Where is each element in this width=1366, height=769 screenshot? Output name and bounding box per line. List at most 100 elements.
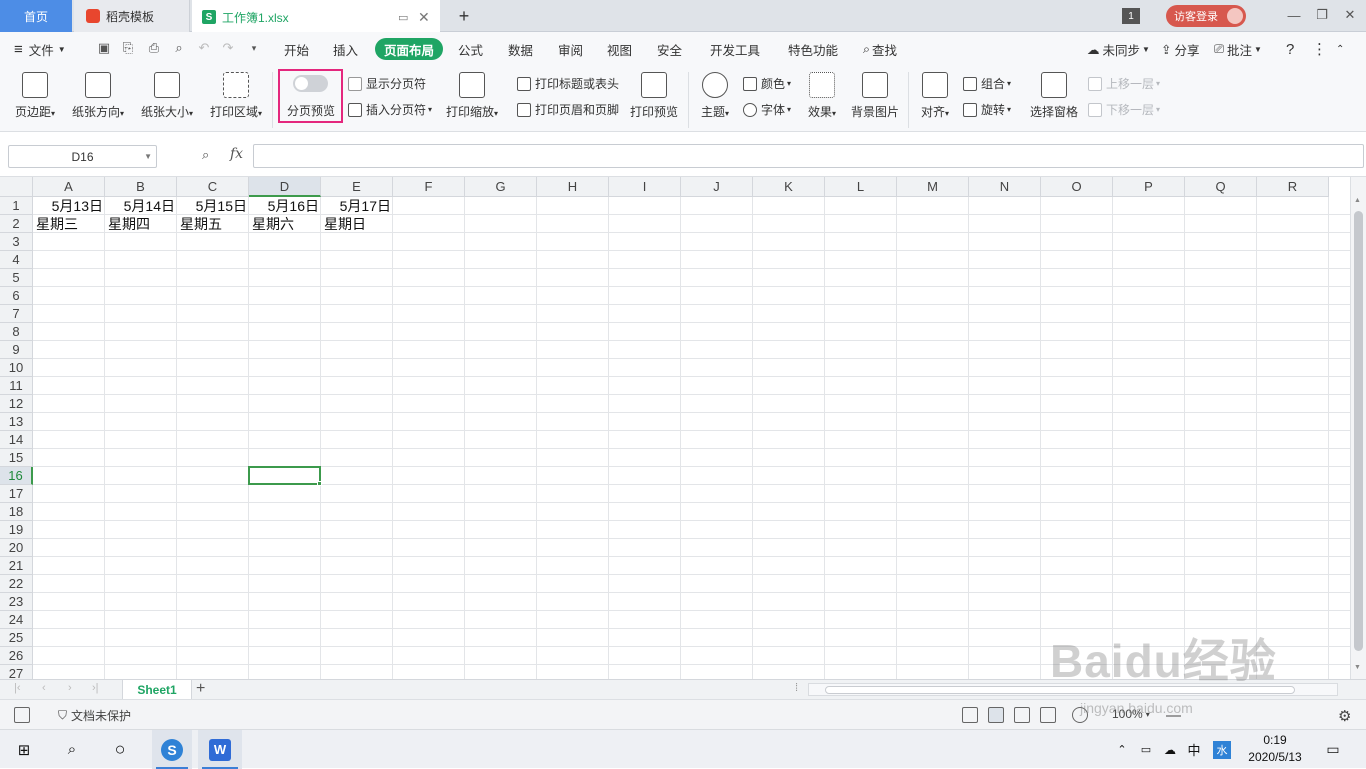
column-header-l[interactable]: L [825, 177, 897, 197]
effects-button[interactable]: 效果▾ [804, 66, 840, 120]
new-tab-button[interactable]: + [452, 0, 476, 32]
row-header-14[interactable]: 14 [0, 431, 33, 449]
cell-d1[interactable]: 5月16日 [249, 197, 321, 215]
menu-features[interactable]: 特色功能 [788, 38, 838, 60]
background-image-button[interactable]: 背景图片 [848, 66, 902, 120]
column-header-d[interactable]: D [249, 177, 321, 197]
fill-handle[interactable] [317, 481, 322, 486]
column-header-h[interactable]: H [537, 177, 609, 197]
preview-icon[interactable]: ⌕ [171, 40, 187, 56]
fullscreen-icon[interactable] [962, 707, 978, 723]
cell-d2[interactable]: 星期六 [249, 215, 321, 233]
add-sheet-icon[interactable]: + [196, 680, 205, 698]
tab-document[interactable]: S 工作簿1.xlsx ▭ ✕ [192, 0, 440, 32]
first-sheet-icon[interactable]: |‹ [14, 682, 21, 694]
print-icon[interactable]: ⎙ [146, 40, 162, 56]
minimize-icon[interactable]: — [1282, 4, 1306, 26]
column-header-p[interactable]: P [1113, 177, 1185, 197]
scroll-down-icon[interactable]: ▼ [1354, 664, 1361, 671]
row-header-18[interactable]: 18 [0, 503, 33, 521]
cell-e2[interactable]: 星期日 [321, 215, 393, 233]
bring-forward-button[interactable]: 上移一层 ▾ [1088, 75, 1160, 92]
sync-button[interactable]: ☁ 未同步 ▼ [1087, 38, 1150, 60]
cell-b1[interactable]: 5月14日 [105, 197, 177, 215]
row-header-9[interactable]: 9 [0, 341, 33, 359]
zoom-formula-icon[interactable]: ⌕ [202, 147, 209, 163]
share-button[interactable]: ⇪ 分享 [1161, 38, 1200, 60]
tab-home[interactable]: 首页 [0, 0, 72, 32]
settings-gear-icon[interactable]: ⚙ [1338, 707, 1351, 725]
collapse-ribbon-icon[interactable]: ⌃ [1336, 38, 1344, 60]
column-header-a[interactable]: A [33, 177, 105, 197]
visitor-login-button[interactable]: 访客登录 [1166, 5, 1246, 27]
print-titles-button[interactable]: 打印标题或表头 [517, 75, 619, 92]
cell-e1[interactable]: 5月17日 [321, 197, 393, 215]
row-header-4[interactable]: 4 [0, 251, 33, 269]
row-header-27[interactable]: 27 [0, 665, 33, 679]
fonts-button[interactable]: 字体 ▾ [743, 101, 791, 118]
column-header-o[interactable]: O [1041, 177, 1113, 197]
row-header-15[interactable]: 15 [0, 449, 33, 467]
normal-view-icon[interactable] [988, 707, 1004, 723]
page-preview-toggle[interactable] [293, 75, 328, 92]
column-header-j[interactable]: J [681, 177, 753, 197]
menu-security[interactable]: 安全 [657, 38, 682, 60]
print-preview-button[interactable]: 打印预览 [628, 66, 680, 120]
save-icon[interactable]: ▣ [96, 40, 112, 56]
active-cell-selection[interactable] [248, 466, 322, 486]
battery-icon[interactable]: ▭ [1136, 730, 1156, 769]
column-header-e[interactable]: E [321, 177, 393, 197]
row-header-19[interactable]: 19 [0, 521, 33, 539]
row-header-1[interactable]: 1 [0, 197, 33, 215]
menu-developer[interactable]: 开发工具 [710, 38, 760, 60]
vertical-scrollbar[interactable]: ▲ ▼ [1350, 177, 1366, 679]
export-icon[interactable]: ⎘ [120, 40, 136, 56]
cell-a1[interactable]: 5月13日 [33, 197, 105, 215]
column-header-n[interactable]: N [969, 177, 1041, 197]
row-header-21[interactable]: 21 [0, 557, 33, 575]
close-window-icon[interactable]: ✕ [1338, 4, 1362, 26]
page-preview-label[interactable]: 分页预览 [287, 102, 335, 119]
column-header-c[interactable]: C [177, 177, 249, 197]
page-break-view-icon[interactable] [1014, 707, 1030, 723]
cell-c2[interactable]: 星期五 [177, 215, 249, 233]
macro-icon[interactable] [14, 707, 30, 723]
menu-formulas[interactable]: 公式 [458, 38, 483, 60]
help-button[interactable]: ? [1286, 38, 1294, 60]
column-header-r[interactable]: R [1257, 177, 1329, 197]
rotate-button[interactable]: 旋转 ▾ [963, 101, 1011, 118]
column-header-i[interactable]: I [609, 177, 681, 197]
split-handle-icon[interactable]: ⁞ [795, 682, 798, 694]
ime-indicator[interactable]: 中 [1184, 730, 1204, 769]
spreadsheet-grid[interactable]: ABCDEFGHIJKLMNOPQR 1 2 3 4 5 6 7 8 9 10 11 12 13 14 15… [0, 177, 1366, 679]
row-header-6[interactable]: 6 [0, 287, 33, 305]
theme-button[interactable]: 主题▾ [697, 66, 733, 120]
row-header-2[interactable]: 2 [0, 215, 33, 233]
row-header-20[interactable]: 20 [0, 539, 33, 557]
insert-page-break-button[interactable]: 插入分页符 ▾ [348, 101, 432, 118]
next-sheet-icon[interactable]: › [68, 682, 72, 694]
margins-button[interactable]: 页边距▾ [10, 66, 60, 120]
file-menu[interactable]: ≡ 文件 ▼ [14, 38, 66, 60]
row-header-8[interactable]: 8 [0, 323, 33, 341]
restore-icon[interactable]: ❐ [1310, 4, 1334, 26]
column-header-q[interactable]: Q [1185, 177, 1257, 197]
task-view-icon[interactable]: ○ [104, 730, 136, 769]
system-clock[interactable]: 0:19 2020/5/13 [1240, 732, 1310, 766]
menu-home[interactable]: 开始 [284, 38, 309, 60]
reading-mode-icon[interactable] [1040, 707, 1056, 723]
row-header-22[interactable]: 22 [0, 575, 33, 593]
menu-data[interactable]: 数据 [508, 38, 533, 60]
ime-app-icon[interactable]: 水 [1212, 730, 1232, 769]
row-header-17[interactable]: 17 [0, 485, 33, 503]
row-header-24[interactable]: 24 [0, 611, 33, 629]
column-header-b[interactable]: B [105, 177, 177, 197]
scroll-up-icon[interactable]: ▲ [1354, 197, 1361, 204]
formula-input[interactable] [253, 144, 1364, 168]
comment-button[interactable]: ⎚ 批注 ▼ [1214, 38, 1262, 60]
row-header-7[interactable]: 7 [0, 305, 33, 323]
more-quick-icon[interactable]: ▾ [246, 40, 262, 56]
column-header-m[interactable]: M [897, 177, 969, 197]
print-scale-button[interactable]: 打印缩放▾ [442, 66, 502, 120]
sogou-browser-icon[interactable]: S [152, 730, 192, 769]
